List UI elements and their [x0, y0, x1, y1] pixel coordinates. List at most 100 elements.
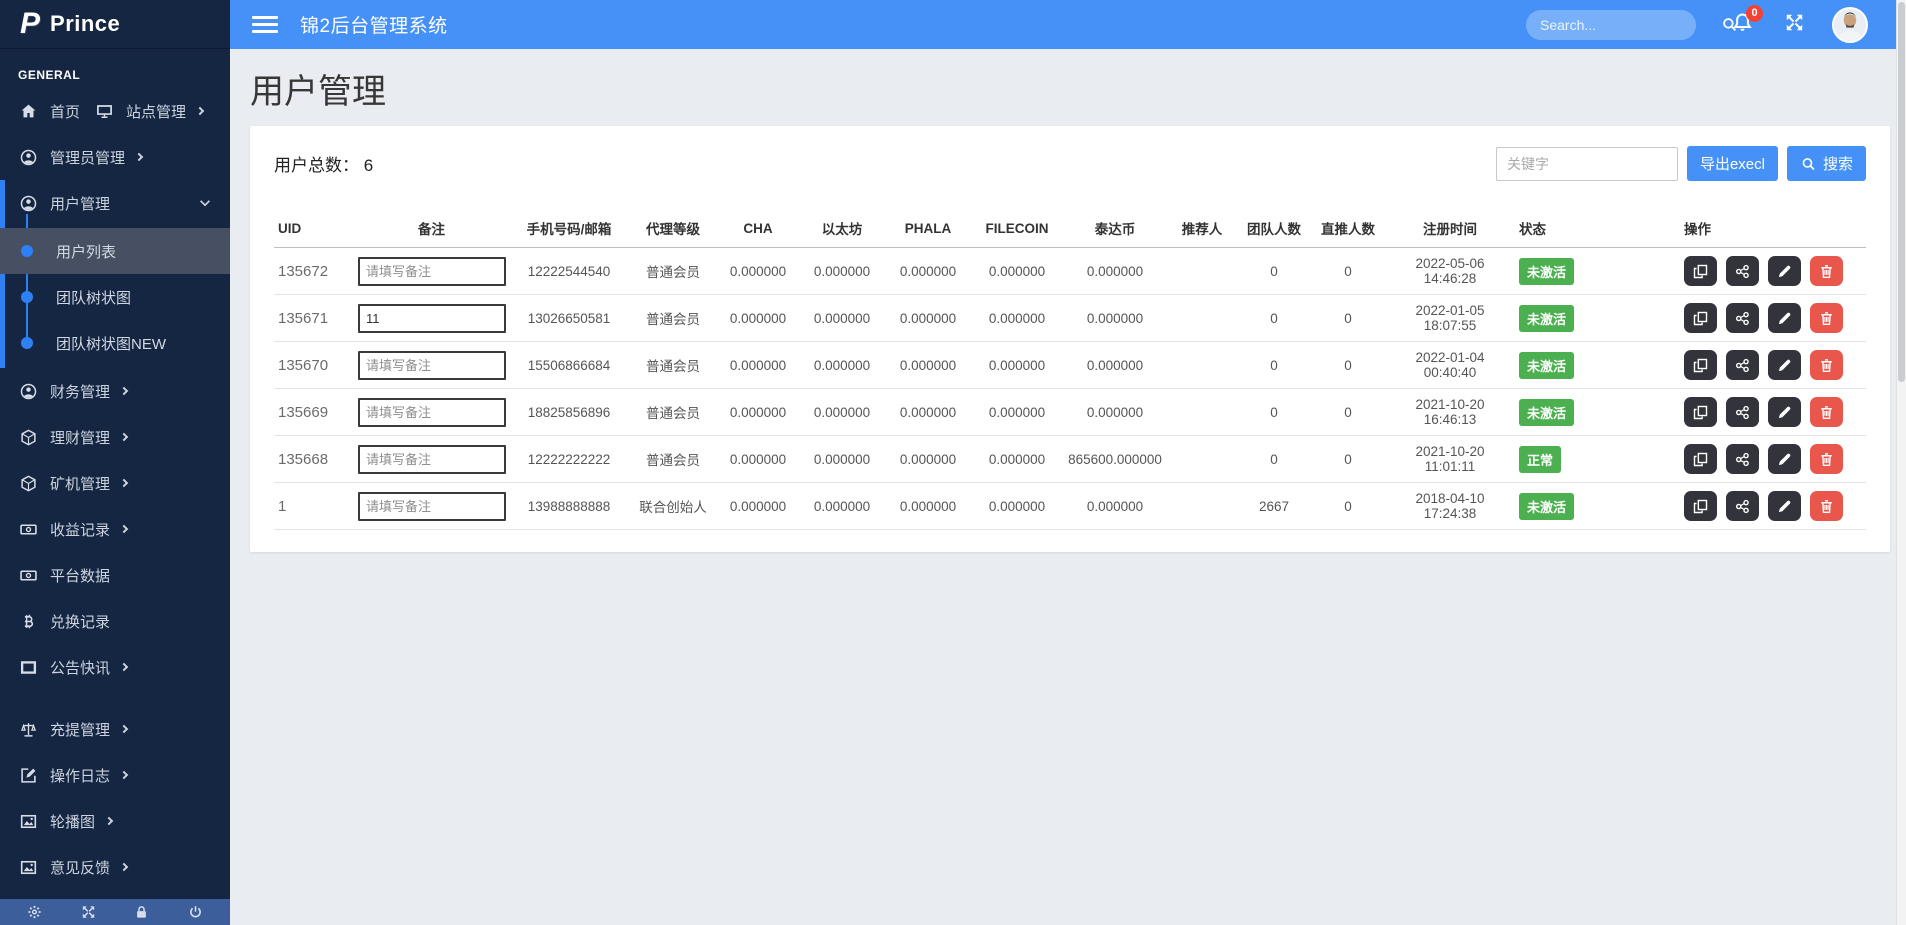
delete-button[interactable]	[1810, 397, 1843, 427]
sidebar-item-feedback[interactable]: 意见反馈	[0, 844, 230, 890]
gear-icon[interactable]	[26, 905, 43, 919]
sidebar-item-announcements[interactable]: 公告快讯	[0, 644, 230, 690]
sidebar-item-label: 意见反馈	[50, 857, 110, 878]
column-header-0: UID	[274, 209, 354, 248]
avatar[interactable]	[1832, 7, 1868, 43]
remark-cell	[354, 436, 509, 483]
sidebar-nav: 首页 站点管理 管理员管理 用户管理 用户列表	[0, 88, 230, 890]
cube-icon	[20, 475, 37, 492]
sidebar-item-finance-management[interactable]: 财务管理	[0, 368, 230, 414]
sidebar-item-exchange-records[interactable]: 兑换记录	[0, 598, 230, 644]
uid-cell: 135672	[274, 248, 354, 295]
home-icon	[20, 103, 37, 120]
edit-button[interactable]	[1768, 491, 1801, 521]
edit-button[interactable]	[1768, 444, 1801, 474]
delete-button[interactable]	[1810, 444, 1843, 474]
phala-cell: 0.000000	[885, 248, 971, 295]
copy-button[interactable]	[1684, 397, 1717, 427]
team-nodes-button[interactable]	[1726, 350, 1759, 380]
register-time-cell: 2022-01-04 00:40:40	[1385, 342, 1515, 389]
bitcoin-icon	[20, 613, 37, 630]
filecoin-cell: 0.000000	[971, 248, 1063, 295]
filecoin-cell: 0.000000	[971, 389, 1063, 436]
table-row: 135672 12222544540 普通会员 0.000000 0.00000…	[274, 248, 1866, 295]
remark-input[interactable]	[358, 398, 506, 427]
sidebar-item-miner-management[interactable]: 矿机管理	[0, 460, 230, 506]
team-nodes-button[interactable]	[1726, 256, 1759, 286]
copy-icon	[1692, 311, 1709, 326]
team-count-cell: 2667	[1237, 483, 1311, 530]
app-logo[interactable]: P Prince	[0, 0, 230, 49]
sidebar-item-wealth-management[interactable]: 理财管理	[0, 414, 230, 460]
filecoin-cell: 0.000000	[971, 483, 1063, 530]
copy-button[interactable]	[1684, 350, 1717, 380]
chevron-right-icon	[120, 863, 128, 871]
sidebar-item-admin-management[interactable]: 管理员管理	[0, 134, 230, 180]
column-header-5: 以太坊	[799, 209, 885, 248]
expand-icon[interactable]	[80, 905, 97, 919]
remark-input[interactable]	[358, 304, 506, 333]
referrer-cell	[1167, 483, 1237, 530]
hamburger-menu-icon[interactable]	[252, 12, 278, 37]
topbar: 锦2后台管理系统 0	[230, 0, 1906, 49]
keyword-input[interactable]	[1496, 147, 1678, 181]
sidebar-item-platform-data[interactable]: 平台数据	[0, 552, 230, 598]
scrollbar-thumb[interactable]	[1898, 2, 1905, 382]
topbar-search[interactable]	[1526, 10, 1696, 40]
sidebar-item-home[interactable]: 首页	[0, 88, 96, 134]
status-badge: 未激活	[1519, 258, 1574, 285]
sidebar-subitem-team-tree[interactable]: 团队树状图	[0, 274, 230, 320]
delete-button[interactable]	[1810, 256, 1843, 286]
team-nodes-button[interactable]	[1726, 397, 1759, 427]
copy-button[interactable]	[1684, 491, 1717, 521]
delete-button[interactable]	[1810, 491, 1843, 521]
fullscreen-button[interactable]	[1785, 13, 1804, 37]
power-icon[interactable]	[187, 905, 204, 919]
remark-input[interactable]	[358, 351, 506, 380]
remark-input[interactable]	[358, 492, 506, 521]
search-button[interactable]: 搜索	[1787, 146, 1866, 181]
team-nodes-button[interactable]	[1726, 444, 1759, 474]
pencil-icon	[1776, 311, 1793, 326]
search-input[interactable]	[1540, 17, 1721, 33]
lock-icon[interactable]	[133, 905, 150, 919]
remark-input[interactable]	[358, 445, 506, 474]
delete-button[interactable]	[1810, 350, 1843, 380]
level-cell: 普通会员	[629, 436, 717, 483]
sidebar-item-carousel[interactable]: 轮播图	[0, 798, 230, 844]
team-nodes-button[interactable]	[1726, 491, 1759, 521]
team-nodes-button[interactable]	[1726, 303, 1759, 333]
submenu-dot	[21, 245, 33, 257]
level-cell: 普通会员	[629, 295, 717, 342]
column-header-7: FILECOIN	[971, 209, 1063, 248]
copy-button[interactable]	[1684, 256, 1717, 286]
copy-button[interactable]	[1684, 303, 1717, 333]
edit-button[interactable]	[1768, 350, 1801, 380]
sidebar-item-label: 理财管理	[50, 427, 110, 448]
edit-button[interactable]	[1768, 256, 1801, 286]
sidebar-item-operation-logs[interactable]: 操作日志	[0, 752, 230, 798]
vertical-scrollbar[interactable]	[1896, 0, 1906, 925]
sidebar-item-user-management[interactable]: 用户管理	[0, 180, 230, 226]
actions-cell	[1680, 248, 1866, 295]
remark-input[interactable]	[358, 257, 506, 286]
notifications-button[interactable]: 0	[1732, 12, 1753, 38]
edit-button[interactable]	[1768, 303, 1801, 333]
status-cell: 未激活	[1515, 295, 1680, 342]
edit-button[interactable]	[1768, 397, 1801, 427]
chevron-right-icon	[120, 725, 128, 733]
sidebar-item-label: 管理员管理	[50, 147, 125, 168]
row-actions	[1684, 303, 1862, 333]
sidebar-item-deposit-withdraw[interactable]: 充提管理	[0, 706, 230, 752]
sidebar-subitem-team-tree-new[interactable]: 团队树状图NEW	[0, 320, 230, 366]
delete-button[interactable]	[1810, 303, 1843, 333]
sidebar-footer	[0, 899, 230, 925]
user-total-label: 用户总数：	[274, 156, 359, 175]
export-excel-button[interactable]: 导出execl	[1687, 146, 1778, 181]
copy-button[interactable]	[1684, 444, 1717, 474]
sidebar-item-income-records[interactable]: 收益记录	[0, 506, 230, 552]
sidebar-subitem-user-list[interactable]: 用户列表	[0, 228, 230, 274]
phala-cell: 0.000000	[885, 295, 971, 342]
sidebar-item-site-management[interactable]: 站点管理	[96, 88, 203, 134]
uid-cell: 135670	[274, 342, 354, 389]
